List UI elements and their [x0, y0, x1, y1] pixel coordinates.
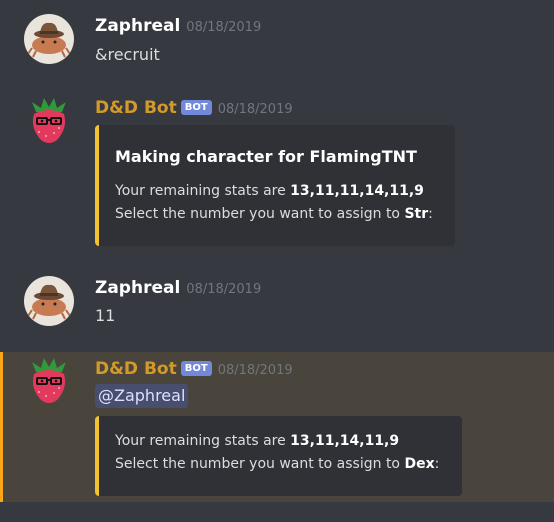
user-mention[interactable]: @Zaphreal — [95, 384, 189, 408]
embed-stats-line: Your remaining stats are 13,11,14,11,9 — [115, 433, 399, 449]
cowboy-hat-crab-avatar-icon — [24, 276, 74, 326]
embed-stats-value: 13,11,14,11,9 — [290, 433, 400, 449]
strawberry-with-glasses-avatar-icon — [24, 356, 74, 406]
message-author[interactable]: Zaphreal — [95, 278, 180, 298]
message-timestamp: 08/18/2019 — [186, 20, 262, 35]
embed-title: Making character for FlamingTNT — [115, 147, 417, 166]
message-timestamp: 08/18/2019 — [217, 102, 293, 117]
embed-stats-line: Your remaining stats are 13,11,11,14,11,… — [115, 183, 424, 199]
embed-prompt-line: Select the number you want to assign to … — [115, 206, 433, 222]
bot-avatar[interactable] — [24, 356, 74, 406]
message-author[interactable]: D&D Bot — [95, 98, 177, 118]
user-avatar[interactable] — [24, 14, 74, 64]
embed-prompt-suffix: : — [428, 206, 433, 222]
bot-embed: Your remaining stats are 13,11,14,11,9 S… — [95, 416, 462, 496]
message-author[interactable]: Zaphreal — [95, 16, 180, 36]
embed-prompt-suffix: : — [434, 456, 440, 472]
user-avatar[interactable] — [24, 276, 74, 326]
bot-embed: Making character for FlamingTNT Your rem… — [95, 125, 455, 246]
message-content: &recruit — [95, 45, 160, 64]
cowboy-hat-crab-avatar-icon — [24, 14, 74, 64]
embed-prompt-label: Select the number you want to assign to — [115, 456, 405, 472]
bot-tag: BOT — [180, 100, 212, 115]
strawberry-with-glasses-avatar-icon — [24, 96, 74, 146]
mention-highlight-bar — [0, 352, 3, 502]
embed-prompt-line: Select the number you want to assign to … — [115, 456, 439, 472]
embed-prompt-label: Select the number you want to assign to — [115, 206, 405, 222]
embed-stats-label: Your remaining stats are — [115, 183, 291, 199]
embed-prompt-stat: Dex — [404, 456, 435, 472]
embed-stats-value: 13,11,11,14,11,9 — [290, 183, 424, 199]
message-content: 11 — [95, 306, 116, 325]
embed-prompt-stat: Str — [404, 206, 429, 222]
message-author[interactable]: D&D Bot — [95, 359, 177, 379]
message-timestamp: 08/18/2019 — [186, 282, 262, 297]
embed-stats-label: Your remaining stats are — [115, 433, 291, 449]
bot-avatar[interactable] — [24, 96, 74, 146]
bot-tag: BOT — [180, 361, 212, 376]
message-timestamp: 08/18/2019 — [217, 363, 293, 378]
